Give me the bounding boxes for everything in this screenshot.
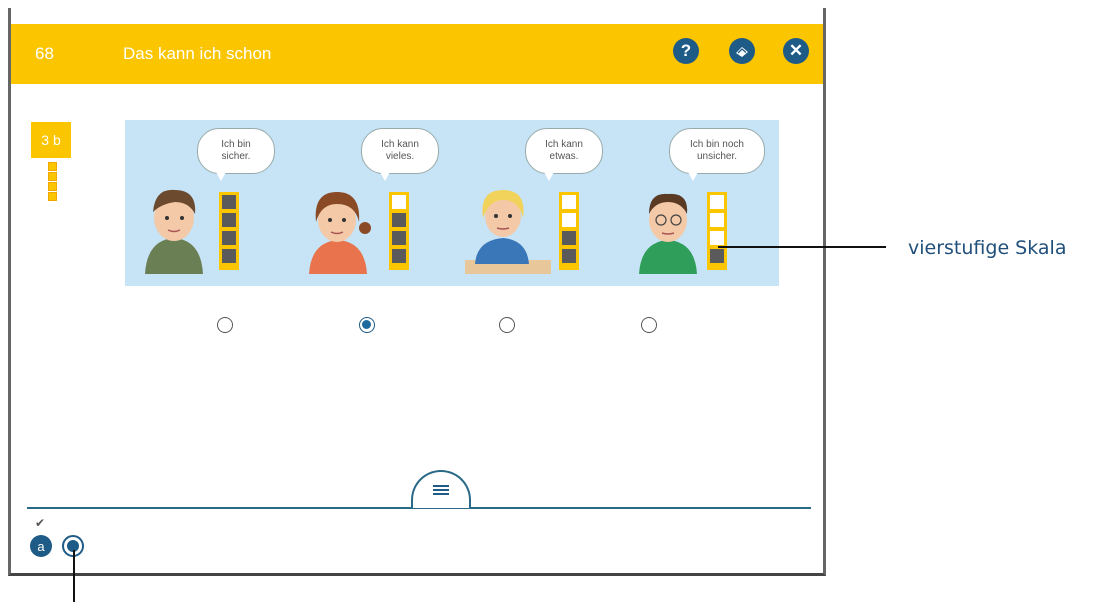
radio-option-sicher[interactable] — [217, 317, 233, 333]
task-badge: 3 b — [31, 122, 71, 158]
child-figure-1 — [145, 189, 203, 274]
callout-label: vierstufige Skala — [908, 237, 1067, 259]
subtask-a-button[interactable]: a — [30, 535, 52, 557]
menu-button[interactable] — [411, 470, 471, 508]
app-window: 68 Das kann ich schon ? ✕ 3 b Ich bin sic… — [8, 8, 826, 576]
scale-level-1 — [707, 192, 727, 270]
help-button[interactable]: ? — [673, 38, 699, 64]
eraser-icon — [736, 47, 748, 57]
child-figure-2 — [309, 192, 371, 274]
speech-bubble-2: Ich kann vieles. — [361, 128, 439, 181]
callout-line-scale — [718, 246, 886, 248]
radio-option-etwas[interactable] — [499, 317, 515, 333]
child-figure-3 — [465, 190, 551, 274]
speech-bubble-3: Ich kann etwas. — [525, 128, 603, 181]
hamburger-icon — [433, 483, 449, 497]
scale-level-3 — [389, 192, 409, 270]
header-bar: 68 Das kann ich schon ? ✕ — [11, 24, 823, 84]
scale-level-2 — [559, 192, 579, 270]
speech-bubble-4: Ich bin noch unsicher. — [669, 128, 765, 181]
callout-line-subtask — [73, 550, 75, 602]
speech-bubble-1: Ich bin sicher. — [197, 128, 275, 181]
radio-option-vieles[interactable] — [359, 317, 375, 333]
page-number: 68 — [35, 44, 54, 63]
radio-option-unsicher[interactable] — [641, 317, 657, 333]
child-figure-4 — [639, 193, 697, 274]
difficulty-indicator — [48, 162, 57, 202]
done-check-icon: ✔ — [35, 516, 46, 530]
scale-level-4 — [219, 192, 239, 270]
eraser-button[interactable] — [729, 38, 755, 64]
self-assessment-panel: Ich bin sicher. Ich kann vieles. Ich kann e… — [125, 120, 779, 286]
close-button[interactable]: ✕ — [783, 38, 809, 64]
page-title: Das kann ich schon — [123, 44, 272, 63]
